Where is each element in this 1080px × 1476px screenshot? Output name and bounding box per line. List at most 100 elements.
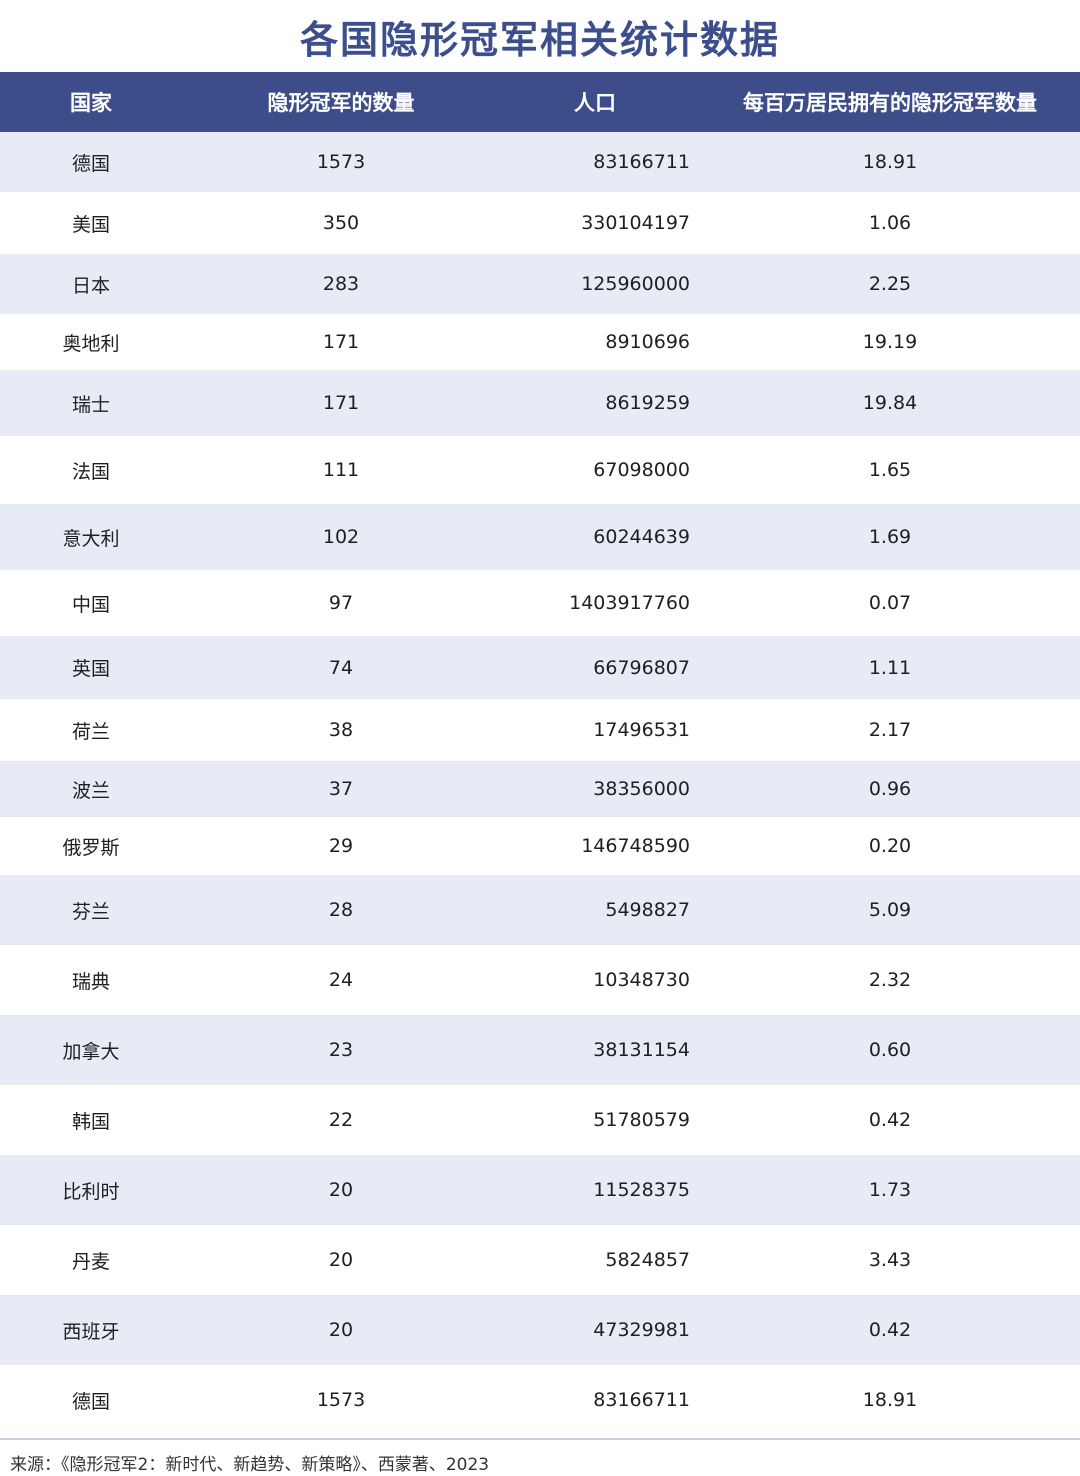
- header-count: 隐形冠军的数量: [267, 91, 415, 115]
- cell-per-million: 1.65: [868, 459, 912, 481]
- cell-country: 美国: [71, 213, 110, 236]
- cell-count: 74: [328, 656, 354, 679]
- cell-population: 66796807: [593, 656, 690, 679]
- cell-population: 83166711: [593, 1389, 690, 1411]
- cell-population: 67098000: [593, 459, 690, 481]
- cell-per-million: 18.91: [862, 151, 918, 173]
- cell-per-million: 0.20: [868, 835, 912, 857]
- cell-count: 28: [328, 899, 354, 921]
- cell-count: 102: [322, 526, 360, 548]
- table-row: 德国 1573 83166711 18.91: [0, 132, 1080, 192]
- page-title: 各国隐形冠军相关统计数据: [299, 17, 780, 62]
- cell-count: 171: [322, 392, 360, 414]
- cell-country: 德国: [71, 152, 110, 175]
- cell-count: 1573: [316, 151, 366, 173]
- cell-count: 29: [328, 835, 354, 857]
- cell-population: 38131154: [593, 1039, 690, 1061]
- cell-population: 8619259: [605, 392, 690, 414]
- cell-per-million: 5.09: [868, 899, 912, 921]
- cell-per-million: 19.84: [862, 392, 918, 414]
- cell-country: 瑞典: [71, 970, 110, 993]
- cell-country: 韩国: [71, 1110, 110, 1133]
- cell-population: 330104197: [581, 212, 690, 234]
- cell-per-million: 1.11: [868, 656, 912, 679]
- cell-population: 38356000: [593, 778, 690, 800]
- cell-population: 11528375: [593, 1179, 690, 1201]
- table-row: 芬兰 28 5498827 5.09: [0, 875, 1080, 945]
- header-country: 国家: [70, 91, 112, 115]
- header-per-million: 每百万居民拥有的隐形冠军数量: [743, 91, 1037, 115]
- cell-country: 比利时: [62, 1180, 120, 1203]
- cell-population: 60244639: [593, 526, 690, 548]
- cell-per-million: 19.19: [862, 331, 918, 353]
- cell-population: 5498827: [605, 899, 690, 921]
- cell-count: 350: [322, 212, 360, 234]
- table-row: 加拿大 23 38131154 0.60: [0, 1015, 1080, 1085]
- cell-country: 日本: [71, 274, 110, 297]
- cell-per-million: 0.42: [868, 1319, 912, 1341]
- header-population: 人口: [574, 91, 616, 115]
- cell-per-million: 1.69: [868, 526, 912, 548]
- cell-per-million: 1.73: [868, 1179, 912, 1201]
- table-row: 美国 350 330104197 1.06: [0, 192, 1080, 254]
- cell-population: 1403917760: [569, 592, 690, 614]
- cell-per-million: 0.42: [868, 1109, 912, 1131]
- cell-count: 171: [322, 331, 360, 353]
- table-row: 俄罗斯 29 146748590 0.20: [0, 817, 1080, 875]
- cell-count: 24: [328, 969, 354, 991]
- cell-per-million: 0.96: [868, 778, 912, 800]
- cell-count: 20: [328, 1179, 354, 1201]
- cell-country: 荷兰: [71, 720, 110, 743]
- cell-country: 俄罗斯: [62, 836, 120, 859]
- cell-per-million: 1.06: [868, 212, 912, 234]
- cell-per-million: 0.60: [868, 1039, 912, 1061]
- cell-population: 17496531: [593, 719, 690, 741]
- cell-country: 德国: [71, 1390, 110, 1413]
- cell-population: 5824857: [605, 1249, 690, 1271]
- table-row: 中国 97 1403917760 0.07: [0, 570, 1080, 636]
- cell-per-million: 2.25: [868, 273, 912, 295]
- table-row: 奥地利 171 8910696 19.19: [0, 314, 1080, 370]
- cell-country: 法国: [71, 460, 110, 483]
- cell-population: 10348730: [593, 969, 690, 991]
- table-bottom-divider: [0, 1438, 1080, 1440]
- cell-per-million: 3.43: [868, 1249, 912, 1271]
- cell-country: 芬兰: [71, 900, 110, 923]
- table-row: 瑞士 171 8619259 19.84: [0, 370, 1080, 436]
- cell-population: 125960000: [581, 273, 690, 295]
- cell-per-million: 18.91: [862, 1389, 918, 1411]
- table-row: 日本 283 125960000 2.25: [0, 254, 1080, 314]
- table-row: 波兰 37 38356000 0.96: [0, 761, 1080, 817]
- table-row: 荷兰 38 17496531 2.17: [0, 699, 1080, 761]
- source-note: 来源：《隐形冠军2：新时代、新趋势、新策略》、西蒙著、2023: [10, 1455, 490, 1475]
- cell-per-million: 0.07: [868, 592, 912, 614]
- table-row: 瑞典 24 10348730 2.32: [0, 945, 1080, 1015]
- table-row: 法国 111 67098000 1.65: [0, 436, 1080, 504]
- cell-population: 83166711: [593, 151, 690, 173]
- cell-country: 西班牙: [62, 1320, 120, 1343]
- cell-per-million: 2.32: [868, 969, 912, 991]
- cell-count: 97: [328, 592, 354, 614]
- table-row: 韩国 22 51780579 0.42: [0, 1085, 1080, 1155]
- cell-count: 38: [328, 719, 354, 741]
- table-row: 西班牙 20 47329981 0.42: [0, 1295, 1080, 1365]
- cell-country: 丹麦: [71, 1250, 110, 1273]
- cell-count: 20: [328, 1319, 354, 1341]
- table-row: 意大利 102 60244639 1.69: [0, 504, 1080, 570]
- table-body: 德国 1573 83166711 18.91 美国 350 330104197 1.06 日本 2…: [0, 132, 1080, 1435]
- cell-count: 23: [328, 1039, 354, 1061]
- table-row: 丹麦 20 5824857 3.43: [0, 1225, 1080, 1295]
- cell-count: 283: [322, 273, 360, 295]
- cell-country: 瑞士: [71, 393, 110, 416]
- cell-population: 146748590: [581, 835, 690, 857]
- cell-count: 111: [322, 459, 360, 481]
- cell-country: 英国: [71, 658, 110, 680]
- cell-count: 1573: [316, 1389, 366, 1411]
- cell-country: 波兰: [71, 779, 110, 802]
- cell-country: 奥地利: [62, 332, 120, 355]
- cell-population: 47329981: [593, 1319, 690, 1341]
- cell-count: 20: [328, 1249, 354, 1271]
- cell-count: 22: [328, 1109, 354, 1131]
- table-row: 比利时 20 11528375 1.73: [0, 1155, 1080, 1225]
- table-row: 英国 74 66796807 1.11: [0, 636, 1080, 699]
